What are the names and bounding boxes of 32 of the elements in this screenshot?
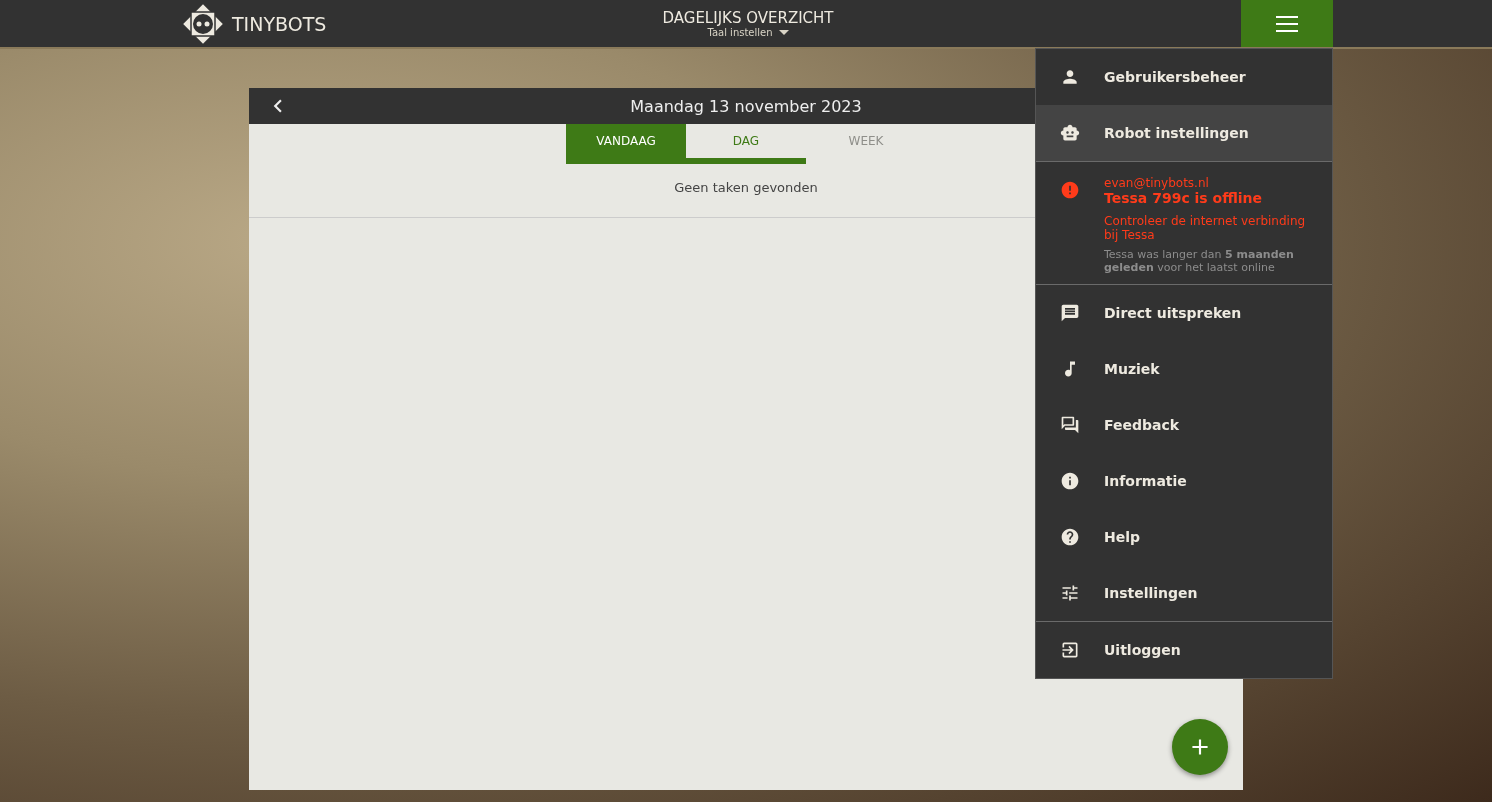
message-icon bbox=[1060, 303, 1080, 323]
menu-item[interactable]: Robot instellingen bbox=[1036, 105, 1332, 161]
caret-icon bbox=[778, 30, 789, 35]
help-icon bbox=[1060, 527, 1080, 547]
menu-icon bbox=[1276, 15, 1298, 32]
menu-item[interactable]: Muziek bbox=[1036, 341, 1332, 397]
menu-item[interactable]: Uitloggen bbox=[1036, 622, 1332, 678]
robot-icon bbox=[1060, 123, 1080, 143]
add-button[interactable] bbox=[1172, 719, 1228, 775]
alert-message: Controleer de internet verbinding bij Tessa bbox=[1104, 214, 1307, 242]
menu-button[interactable] bbox=[1241, 0, 1333, 47]
menu-item[interactable]: Feedback bbox=[1036, 397, 1332, 453]
account-email: evan@tinybots.nl bbox=[1104, 176, 1210, 190]
alert-note: Tessa was langer dan 5 maanden geleden voor het laatst online bbox=[1104, 248, 1295, 274]
error-icon bbox=[1060, 180, 1080, 200]
logout-icon bbox=[1060, 640, 1080, 660]
menu-item[interactable]: Direct uitspreken bbox=[1036, 285, 1332, 341]
page-title: DAGELIJKS OVERZICHT bbox=[662, 9, 834, 27]
view-tab[interactable]: DAG bbox=[686, 124, 806, 164]
empty-message: Geen taken gevonden bbox=[674, 180, 818, 195]
chat-bubbles-icon bbox=[1060, 415, 1080, 435]
menu-item[interactable]: Instellingen bbox=[1036, 565, 1332, 621]
date-title: Maandag 13 november 2023 bbox=[630, 96, 862, 116]
language-dropdown[interactable]: Taal instellen bbox=[707, 27, 789, 38]
info-icon bbox=[1060, 471, 1080, 491]
view-tab[interactable]: VANDAAG bbox=[566, 124, 686, 164]
menu-item[interactable]: Gebruikersbeheer bbox=[1036, 49, 1332, 105]
sliders-icon bbox=[1060, 583, 1080, 603]
menu-item[interactable]: Informatie bbox=[1036, 453, 1332, 509]
alert-title: Tessa 799c is offline bbox=[1104, 190, 1264, 206]
menu-item[interactable]: Help bbox=[1036, 509, 1332, 565]
brand-name: TINYBOTS bbox=[232, 12, 327, 35]
